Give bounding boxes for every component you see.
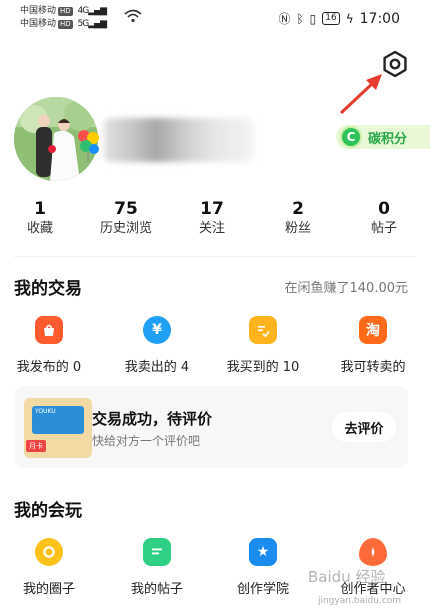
stat-followers[interactable]: 2 粉丝 [258,198,338,238]
play-item-posts[interactable]: 我的帖子 [102,538,212,597]
stat-label: 关注 [198,221,225,236]
stat-history[interactable]: 75 历史浏览 [86,198,166,238]
trade-item-label: 我可转卖的 [340,360,406,375]
pending-review-card[interactable]: YOUKU 月卡 交易成功，待评价 快给对方一个评价吧 去评价 [14,386,408,468]
review-button[interactable]: 去评价 [332,412,396,442]
carbon-points-label: 碳积分 [368,131,408,147]
hd-badge: HD [58,20,73,29]
section-title-play: 我的会玩 [14,501,82,521]
stats-row: 1 收藏 75 历史浏览 17 关注 2 粉丝 0 帖子 [0,198,430,242]
play-item-label: 创作学院 [236,582,289,597]
purchase-check-icon [249,316,277,344]
thumbnail-brand: YOUKU [35,408,56,415]
battery-level: 16 [325,13,337,23]
card-title: 交易成功，待评价 [92,410,213,428]
stat-favorites[interactable]: 1 收藏 [0,198,80,238]
wifi-icon [124,9,142,23]
yen-icon: ¥ [143,316,171,344]
network-type: 4G [77,6,90,16]
settings-gear-icon[interactable] [381,50,409,78]
star-icon: ★ [249,538,277,566]
carbon-points-button[interactable]: C 碳积分 [336,125,430,149]
stat-value: 1 [34,199,46,219]
carrier-2-name: 中国移动 [20,19,57,29]
trade-item-label: 我发布的 0 [16,360,82,375]
carbon-coin-icon: C [340,126,362,148]
clock: 17:00 [359,10,400,27]
bluetooth-icon: ᛒ [296,11,304,26]
trade-item-label: 我卖出的 4 [124,360,190,375]
battery-icon: 16 [322,12,340,25]
trade-item-sold[interactable]: ¥ 我卖出的 4 [102,316,212,375]
charging-icon: ϟ [345,11,354,26]
trade-item-published[interactable]: 我发布的 0 [0,316,104,375]
annotation-arrow [339,74,382,115]
section-title-trade: 我的交易 [14,279,82,299]
status-bar: 中国移动 HD 4G▂▄▆ 中国移动 HD 5G▂▄▆ Ⓝ ᛒ ▯ 16 ϟ 17:… [0,0,430,40]
thumbnail-tag: 月卡 [26,440,46,452]
stat-label: 帖子 [370,221,397,236]
stat-value: 17 [200,199,224,219]
carrier-1-name: 中国移动 [20,6,57,16]
network-type: 5G [77,19,90,29]
trade-item-label: 我买到的 10 [226,360,300,375]
play-item-label: 我的圈子 [22,582,75,597]
carrier-2: 中国移动 HD 5G▂▄▆ [20,19,107,30]
stat-value: 0 [378,199,390,219]
product-thumbnail: YOUKU 月卡 [24,398,92,458]
taobao-icon: 淘 [359,316,387,344]
status-right: Ⓝ ᛒ ▯ 16 ϟ 17:00 [278,10,400,27]
stat-label: 粉丝 [284,221,311,236]
trade-item-bought[interactable]: 我买到的 10 [208,316,318,375]
watermark-url: jingyan.baidu.com [318,596,402,606]
balloon-decoration-icon [78,130,99,162]
hd-badge: HD [58,7,73,16]
card-subtitle: 快给对方一个评价吧 [92,434,201,448]
stat-value: 2 [292,199,304,219]
play-item-label: 我的帖子 [130,582,183,597]
bag-icon [35,316,63,344]
thumbnail-screen: YOUKU [32,406,84,434]
stat-label: 收藏 [26,221,53,236]
play-item-academy[interactable]: ★ 创作学院 [208,538,318,597]
play-item-circles[interactable]: 我的圈子 [0,538,104,597]
stat-label: 历史浏览 [99,221,152,236]
circle-icon [35,538,63,566]
signal-icon: 4G▂▄▆ [77,6,107,16]
vibrate-icon: ▯ [309,11,317,26]
signal-icon: 5G▂▄▆ [77,19,107,29]
creator-icon [359,538,387,566]
stat-posts[interactable]: 0 帖子 [344,198,424,238]
earned-summary[interactable]: 在闲鱼赚了140.00元 [285,277,409,296]
divider [14,256,416,257]
blurred-username [104,118,254,162]
post-icon [143,538,171,566]
trade-item-resellable[interactable]: 淘 我可转卖的 [318,316,428,375]
carrier-1: 中国移动 HD 4G▂▄▆ [20,6,107,17]
nfc-icon: Ⓝ [278,12,291,26]
stat-following[interactable]: 17 关注 [172,198,252,238]
stat-value: 75 [114,199,138,219]
